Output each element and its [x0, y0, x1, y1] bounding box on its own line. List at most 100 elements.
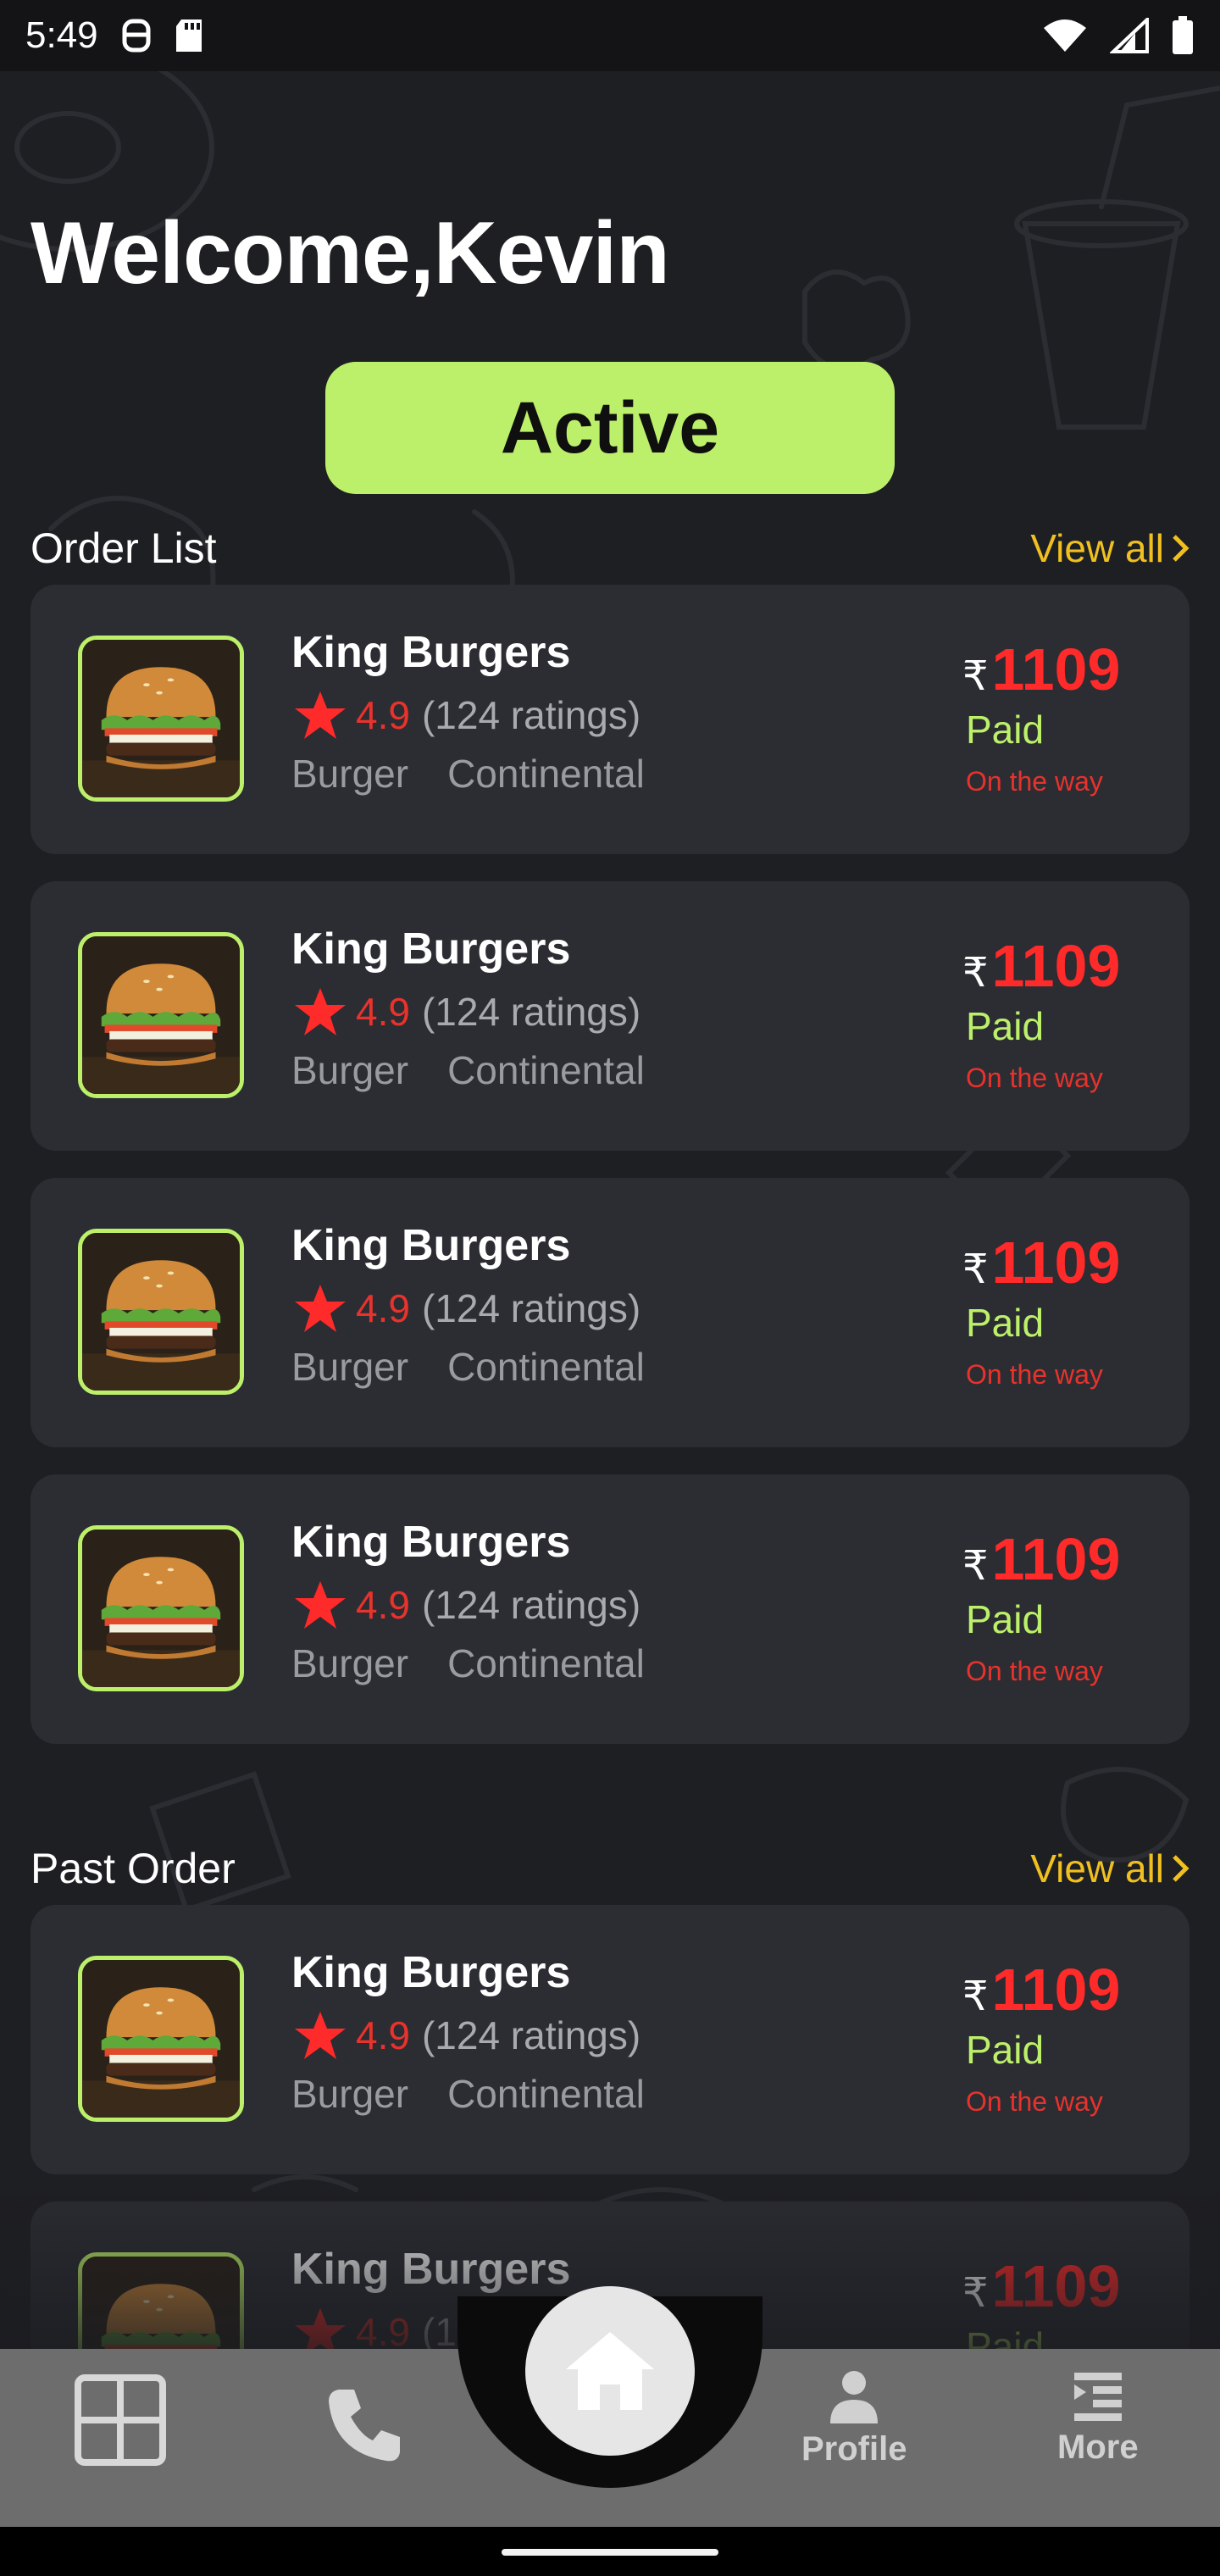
order-card[interactable]: King Burgers 4.9 (124 ratings) Burger Co… [30, 1905, 1190, 2174]
rating-count: (124 ratings) [421, 2013, 641, 2057]
order-card[interactable]: King Burgers 4.9 (124 ratings) Burger Co… [30, 1178, 1190, 1447]
restaurant-name: King Burgers [291, 628, 571, 677]
cuisine-tag: Burger [291, 1345, 409, 1389]
rating-count: (124 ratings) [421, 990, 641, 1034]
burger-image [82, 1960, 240, 2118]
burger-image [82, 1530, 240, 1687]
burger-image [82, 640, 240, 797]
app-notification-icon [122, 19, 151, 53]
restaurant-thumbnail [78, 932, 244, 1098]
order-card[interactable]: King Burgers 4.9 (124 ratings) Burger Co… [30, 1474, 1190, 1744]
past-order-view-all-link[interactable]: View all [1030, 1846, 1190, 1891]
rating-row: 4.9 (124 ratings) [293, 986, 640, 1037]
restaurant-thumbnail [78, 1229, 244, 1395]
nav-profile-label: Profile [801, 2430, 907, 2468]
burger-image [82, 936, 240, 1094]
order-price: ₹ 1109 [962, 636, 1120, 703]
restaurant-name: King Burgers [291, 924, 571, 974]
order-list-view-all-link[interactable]: View all [1030, 525, 1190, 571]
past-order-header: Past Order View all [30, 1844, 1190, 1893]
star-icon [295, 1581, 346, 1629]
rating-value: 4.9 [356, 990, 410, 1034]
rating-value: 4.9 [356, 1583, 410, 1627]
cuisine-tag: Continental [447, 752, 645, 796]
delivery-status: On the way [966, 1359, 1103, 1390]
rating-count: (124 ratings) [421, 693, 641, 737]
sd-card-icon [175, 19, 202, 52]
rating-row: 4.9 (124 ratings) [293, 690, 640, 741]
cuisine-tag: Burger [291, 1048, 409, 1092]
restaurant-thumbnail [78, 1956, 244, 2122]
price-amount: 1109 [991, 1957, 1121, 2023]
delivery-status: On the way [966, 766, 1103, 797]
rating-count: (124 ratings) [421, 1286, 641, 1330]
status-time: 5:49 [25, 14, 98, 56]
cuisine-tags: Burger Continental [291, 751, 645, 797]
currency-symbol: ₹ [962, 654, 989, 699]
rating-count: (124 ratings) [421, 1583, 641, 1627]
battery-icon [1173, 16, 1193, 54]
wifi-icon [1044, 19, 1086, 52]
currency-symbol: ₹ [962, 1544, 989, 1589]
delivery-status: On the way [966, 1656, 1103, 1686]
order-price: ₹ 1109 [962, 1956, 1120, 2024]
view-all-label: View all [1030, 526, 1164, 570]
nav-more[interactable]: More [1057, 2369, 1139, 2467]
rating-value: 4.9 [356, 693, 410, 737]
rating-value: 4.9 [356, 2013, 410, 2057]
cuisine-tag: Burger [291, 752, 409, 796]
order-card[interactable]: King Burgers 4.9 (124 ratings) Burger Co… [30, 585, 1190, 854]
payment-status: Paid [966, 1301, 1045, 1345]
order-card[interactable]: King Burgers 4.9 (124 ratings) Burger Co… [30, 881, 1190, 1151]
phone-icon [329, 2390, 400, 2462]
cuisine-tag: Continental [447, 1345, 645, 1389]
payment-status: Paid [966, 1004, 1045, 1048]
profile-icon [830, 2371, 879, 2423]
cuisine-tags: Burger Continental [291, 1344, 645, 1390]
delivery-status: On the way [966, 2086, 1103, 2117]
cuisine-tag: Burger [291, 2072, 409, 2116]
cuisine-tags: Burger Continental [291, 1641, 645, 1686]
cuisine-tag: Burger [291, 1641, 409, 1685]
price-amount: 1109 [991, 1230, 1121, 1296]
price-amount: 1109 [991, 933, 1121, 999]
home-icon [566, 2332, 654, 2410]
view-all-label: View all [1030, 1846, 1164, 1890]
rating-row: 4.9 (124 ratings) [293, 1579, 640, 1630]
more-icon [1073, 2373, 1122, 2421]
restaurant-thumbnail [78, 1525, 244, 1691]
currency-symbol: ₹ [962, 1974, 989, 2019]
nav-home-button[interactable] [525, 2286, 695, 2456]
rating-row: 4.9 (124 ratings) [293, 2010, 640, 2061]
payment-status: Paid [966, 708, 1045, 752]
welcome-heading: Welcome,Kevin [30, 204, 670, 303]
restaurant-name: King Burgers [291, 1948, 571, 1997]
nav-phone[interactable] [324, 2384, 405, 2466]
chevron-right-icon [1173, 535, 1190, 562]
rating-value: 4.9 [356, 1286, 410, 1330]
rating-row: 4.9 (124 ratings) [293, 1283, 640, 1334]
restaurant-thumbnail [78, 636, 244, 802]
currency-symbol: ₹ [962, 1247, 989, 1292]
price-amount: 1109 [991, 1526, 1121, 1592]
star-icon [295, 988, 346, 1035]
star-icon [295, 1285, 346, 1332]
order-price: ₹ 1109 [962, 1229, 1120, 1296]
grid-icon [75, 2374, 166, 2466]
gesture-handle[interactable] [502, 2549, 718, 2556]
star-icon [295, 691, 346, 739]
active-button[interactable]: Active [325, 362, 895, 494]
nav-profile[interactable]: Profile [801, 2369, 907, 2468]
status-bar: 5:49 [0, 0, 1220, 71]
burger-image [82, 1233, 240, 1391]
signal-icon [1110, 18, 1149, 53]
nav-grid[interactable] [73, 2373, 168, 2468]
past-order-title: Past Order [30, 1845, 236, 1892]
order-list-header: Order List View all [30, 524, 1190, 573]
order-price: ₹ 1109 [962, 932, 1120, 1000]
star-icon [295, 2012, 346, 2059]
chevron-right-icon [1173, 1855, 1190, 1882]
cuisine-tag: Continental [447, 1641, 645, 1685]
cuisine-tag: Continental [447, 1048, 645, 1092]
nav-more-label: More [1057, 2429, 1139, 2466]
